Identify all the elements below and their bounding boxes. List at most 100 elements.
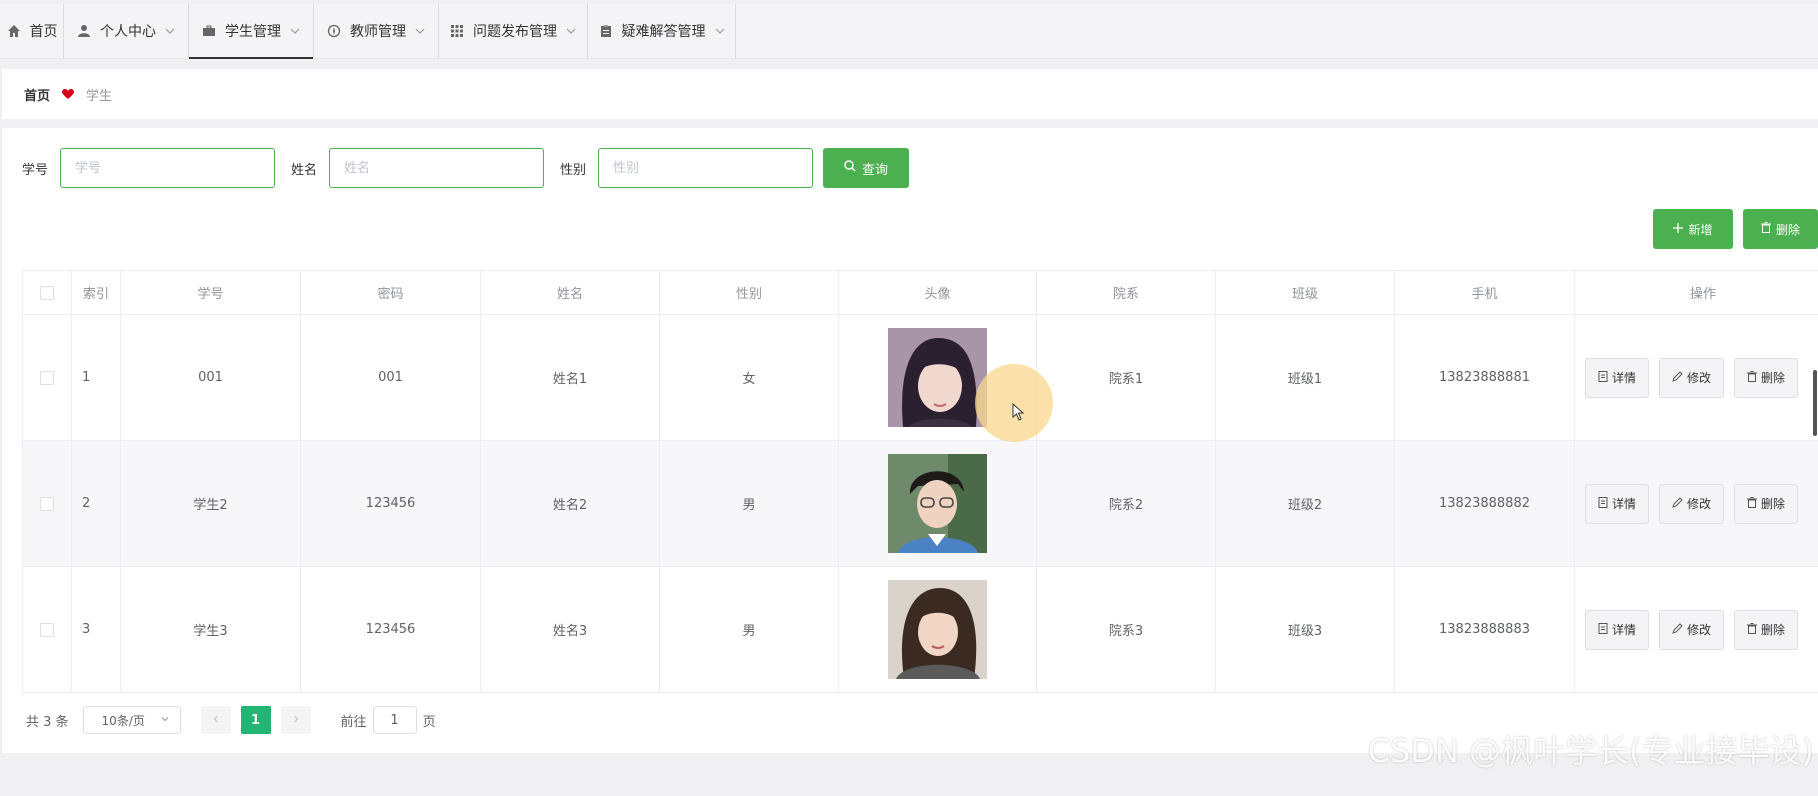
search-label-student-no: 学号: [22, 162, 49, 178]
breadcrumb: 首页 学生: [2, 69, 1818, 119]
table-row: 1 001 001 姓名1 女 院系1 班级1 13823888881 详情 修…: [23, 315, 1818, 441]
document-icon: [1598, 622, 1608, 637]
search-input-gender[interactable]: [598, 148, 814, 188]
header-phone: 手机: [1395, 271, 1575, 314]
page-size-select[interactable]: 10条/页: [82, 706, 181, 734]
search-input-name[interactable]: [329, 148, 545, 188]
briefcase-icon: [201, 23, 217, 39]
nav-label: 疑难解答管理: [621, 24, 706, 40]
chevron-down-icon: [565, 25, 577, 37]
pagination: 共 3 条 10条/页 1 前往 页: [26, 706, 436, 734]
student-table: 索引 学号 密码 姓名 性别 头像 院系 班级 手机 操作 1 001 001 …: [22, 270, 1818, 693]
avatar-image[interactable]: [888, 328, 987, 427]
pencil-icon: [1672, 622, 1683, 637]
nav-item-personal-center[interactable]: 个人中心: [64, 4, 189, 58]
edit-label: 修改: [1687, 623, 1712, 637]
header-avatar: 头像: [839, 271, 1037, 314]
trash-icon: [1760, 222, 1771, 236]
delete-label: 删除: [1761, 371, 1786, 385]
detail-button[interactable]: 详情: [1585, 609, 1650, 650]
plus-icon: [1673, 222, 1684, 236]
top-nav: 首页 个人中心 学生管理 教师管理 问题发布管理 疑难解答管理: [0, 4, 1818, 59]
edit-button[interactable]: 修改: [1659, 609, 1725, 650]
avatar-image[interactable]: [888, 580, 987, 679]
nav-item-student-management[interactable]: 学生管理: [189, 4, 314, 59]
cell-index: 1: [72, 315, 121, 440]
detail-button[interactable]: 详情: [1585, 483, 1650, 524]
next-page-button[interactable]: [280, 706, 311, 734]
trash-icon: [1747, 496, 1758, 511]
search-label-name: 姓名: [291, 162, 318, 178]
nav-item-qa-management[interactable]: 疑难解答管理: [588, 4, 736, 58]
cell-class: 班级2: [1216, 441, 1395, 566]
cell-name: 姓名1: [481, 315, 660, 440]
search-input-student-no[interactable]: [60, 148, 276, 188]
nav-item-home[interactable]: 首页: [0, 4, 64, 58]
chevron-right-icon: [291, 713, 301, 728]
cell-avatar: [839, 567, 1037, 692]
header-name: 姓名: [481, 271, 660, 314]
pagination-total: 共 3 条: [26, 714, 69, 730]
chevron-down-icon: [289, 25, 301, 37]
row-checkbox[interactable]: [40, 496, 54, 511]
cell-gender: 女: [660, 315, 839, 440]
nav-item-question-publish-management[interactable]: 问题发布管理: [439, 4, 588, 58]
chevron-left-icon: [211, 713, 221, 728]
vertical-scrollbar[interactable]: [1813, 370, 1817, 436]
nav-label: 问题发布管理: [473, 24, 557, 40]
mouse-cursor-icon: [1012, 402, 1026, 425]
nav-label: 教师管理: [350, 24, 406, 40]
document-icon: [1598, 496, 1608, 511]
cell-class: 班级3: [1216, 567, 1395, 692]
trash-icon: [1747, 370, 1758, 385]
cell-name: 姓名3: [481, 567, 660, 692]
add-button[interactable]: 新增: [1653, 209, 1733, 249]
cell-department: 院系1: [1037, 315, 1216, 440]
clipboard-icon: [598, 23, 614, 39]
goto-suffix: 页: [422, 714, 436, 730]
trash-icon: [1747, 622, 1758, 637]
goto-page-input[interactable]: [372, 706, 417, 734]
cell-index: 3: [72, 567, 121, 692]
select-all-checkbox[interactable]: [40, 285, 54, 300]
row-checkbox[interactable]: [40, 622, 54, 637]
prev-page-button[interactable]: [200, 706, 231, 734]
delete-label: 删除: [1761, 623, 1786, 637]
add-label: 新增: [1688, 222, 1713, 237]
batch-delete-button[interactable]: 删除: [1743, 209, 1818, 249]
row-checkbox[interactable]: [40, 370, 54, 385]
row-checkbox-cell: [23, 315, 72, 440]
delete-button[interactable]: 删除: [1734, 609, 1799, 650]
search-form: 学号 姓名 性别 查询: [22, 148, 910, 188]
chevron-down-icon: [414, 25, 426, 37]
header-index: 索引: [72, 271, 121, 314]
header-operations: 操作: [1575, 271, 1818, 314]
edit-button[interactable]: 修改: [1659, 483, 1725, 524]
nav-item-teacher-management[interactable]: 教师管理: [314, 4, 439, 58]
cell-name: 姓名2: [481, 441, 660, 566]
table-header: 索引 学号 密码 姓名 性别 头像 院系 班级 手机 操作: [23, 271, 1818, 315]
chevron-down-icon: [160, 713, 170, 727]
edit-button[interactable]: 修改: [1659, 357, 1725, 398]
cell-operations: 详情 修改 删除: [1575, 441, 1818, 566]
delete-button[interactable]: 删除: [1734, 483, 1799, 524]
cell-student-no: 001: [121, 315, 301, 440]
header-password: 密码: [301, 271, 481, 314]
nav-label: 个人中心: [100, 24, 156, 40]
header-checkbox-cell: [23, 271, 72, 314]
breadcrumb-home[interactable]: 首页: [24, 85, 50, 104]
nav-label: 首页: [29, 24, 58, 40]
breadcrumb-current: 学生: [86, 88, 113, 104]
header-gender: 性别: [660, 271, 839, 314]
detail-button[interactable]: 详情: [1585, 357, 1650, 398]
cell-department: 院系2: [1037, 441, 1216, 566]
page-number-current[interactable]: 1: [240, 706, 271, 734]
avatar-image[interactable]: [888, 454, 987, 553]
cell-index: 2: [72, 441, 121, 566]
cell-phone: 13823888883: [1395, 567, 1575, 692]
delete-button[interactable]: 删除: [1734, 357, 1799, 398]
document-icon: [1598, 370, 1608, 385]
nav-label: 学生管理: [225, 24, 281, 40]
query-button[interactable]: 查询: [823, 148, 910, 188]
watermark: CSDN @枫叶学长(专业接毕设): [1367, 732, 1814, 770]
